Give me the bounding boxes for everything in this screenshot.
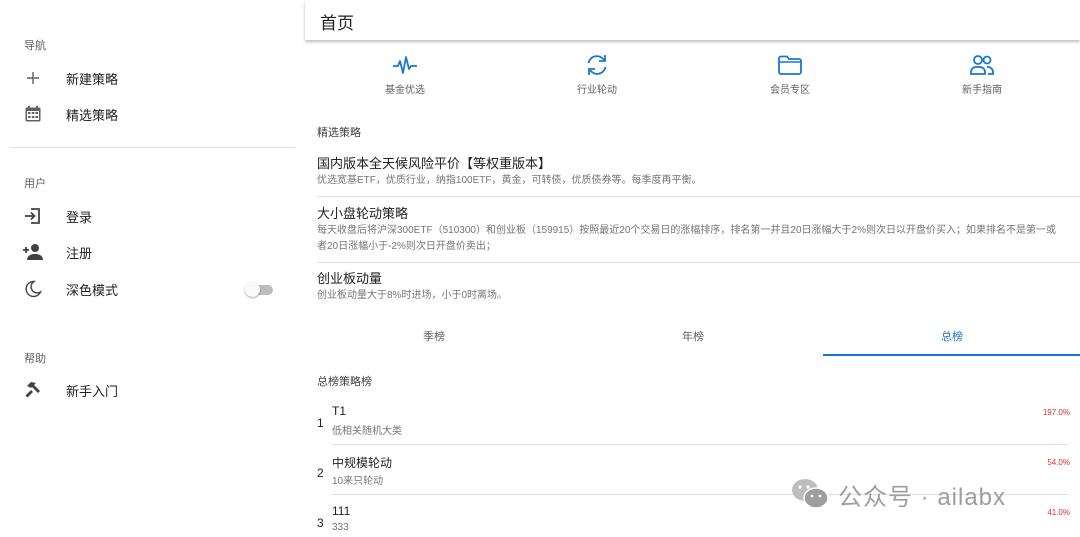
watermark-text: 公众号 · ailabx [838, 483, 1007, 511]
wechat-icon [792, 479, 829, 509]
strategy-item[interactable]: 大小盘轮动策略 每天收盘后将沪深300ETF（510300）和创业板（15991… [317, 205, 1080, 255]
hammer-icon [22, 379, 44, 401]
strategy-desc: 每天收盘后将沪深300ETF（510300）和创业板（159915）按照最近20… [317, 225, 1057, 252]
quick-link-member-zone[interactable]: 会员专区 [735, 52, 845, 96]
main-content: 首页 基金优选 行业轮动 会员专区 新手指南 精选策略 国内版本全天候风险平价【… [305, 0, 1080, 537]
strategy-desc: 创业板动量大于8%时进场，小于0时离场。 [317, 290, 508, 301]
ranking-tabs: 季榜 年榜 总榜 [305, 320, 1080, 356]
section-title-help: 帮助 [24, 353, 46, 365]
row-divider [332, 444, 1068, 445]
quick-link-beginner-guide[interactable]: 新手指南 [927, 52, 1037, 96]
section-title-nav: 导航 [24, 40, 46, 52]
strategy-item[interactable]: 创业板动量 创业板动量大于8%时进场，小于0时离场。 [317, 270, 1080, 304]
tab-overall[interactable]: 总榜 [823, 320, 1080, 356]
table-row[interactable]: 1 T1 低相关随机大类 197.0% [317, 400, 1080, 448]
sidebar-item-register[interactable]: 注册 [0, 234, 305, 270]
quick-link-sector-rotation[interactable]: 行业轮动 [542, 52, 652, 96]
rank-name: 111 [332, 504, 351, 518]
login-icon [22, 205, 44, 227]
sidebar-item-login[interactable]: 登录 [0, 198, 305, 234]
rank-desc: 10来只轮动 [332, 476, 384, 487]
page-title: 首页 [320, 14, 354, 33]
quick-link-label: 基金优选 [385, 85, 425, 96]
rank-desc: 低相关随机大类 [332, 426, 402, 437]
strategy-title: 国内版本全天候风险平价【等权重版本】 [317, 156, 552, 171]
sidebar: 导航 新建策略 精选策略 用户 登录 注册 深色模式 帮助 新手入门 [0, 0, 305, 537]
pulse-icon [393, 56, 417, 74]
featured-heading: 精选策略 [317, 127, 361, 139]
sidebar-item-label: 登录 [66, 209, 93, 225]
sync-icon [587, 55, 607, 75]
rank-return: 54.0% [1047, 458, 1070, 467]
app-bar: 首页 [305, 0, 1080, 40]
person-add-icon [22, 241, 44, 263]
watermark: 公众号 · ailabx [790, 476, 1060, 512]
sidebar-divider [10, 147, 295, 148]
quick-link-label: 行业轮动 [577, 85, 617, 96]
strategy-divider [317, 262, 1080, 263]
sidebar-item-label: 新建策略 [66, 71, 119, 87]
sidebar-item-label: 精选策略 [66, 107, 119, 123]
folder-icon [778, 55, 802, 75]
rank-return: 197.0% [1042, 408, 1070, 417]
strategy-divider [317, 196, 1080, 197]
rank-number: 2 [317, 466, 324, 480]
strategy-title: 创业板动量 [317, 271, 383, 286]
sidebar-item-getting-started[interactable]: 新手入门 [0, 372, 305, 408]
tab-yearly[interactable]: 年榜 [564, 320, 822, 356]
rank-number: 1 [317, 416, 324, 430]
strategy-title: 大小盘轮动策略 [317, 206, 409, 221]
calendar-icon [22, 103, 44, 125]
rank-number: 3 [317, 516, 324, 530]
people-icon [970, 55, 994, 75]
strategy-desc: 优选宽基ETF，优质行业，纳指100ETF，黄金，可转债，优质债券等。每季度再平… [317, 175, 702, 186]
app-root: 导航 新建策略 精选策略 用户 登录 注册 深色模式 帮助 新手入门 首页 基金… [0, 0, 1080, 537]
rank-name: 中规模轮动 [332, 456, 393, 470]
tab-quarterly[interactable]: 季榜 [305, 320, 563, 356]
ranking-heading: 总榜策略榜 [317, 376, 372, 388]
dark-mode-toggle[interactable] [245, 282, 273, 297]
sidebar-item-new-strategy[interactable]: 新建策略 [0, 60, 305, 96]
quick-link-label: 新手指南 [962, 85, 1002, 96]
sidebar-item-featured[interactable]: 精选策略 [0, 96, 305, 132]
sidebar-item-label: 深色模式 [66, 282, 119, 298]
rank-desc: 333 [332, 522, 349, 533]
quick-link-fund-select[interactable]: 基金优选 [350, 52, 460, 96]
rank-name: T1 [332, 404, 347, 418]
plus-icon [22, 67, 44, 89]
moon-icon [22, 278, 44, 300]
toggle-thumb [245, 282, 260, 297]
section-title-user: 用户 [24, 178, 46, 190]
sidebar-item-label: 注册 [66, 245, 93, 261]
strategy-item[interactable]: 国内版本全天候风险平价【等权重版本】 优选宽基ETF，优质行业，纳指100ETF… [317, 155, 1080, 189]
sidebar-item-label: 新手入门 [66, 383, 119, 399]
quick-link-label: 会员专区 [770, 85, 810, 96]
